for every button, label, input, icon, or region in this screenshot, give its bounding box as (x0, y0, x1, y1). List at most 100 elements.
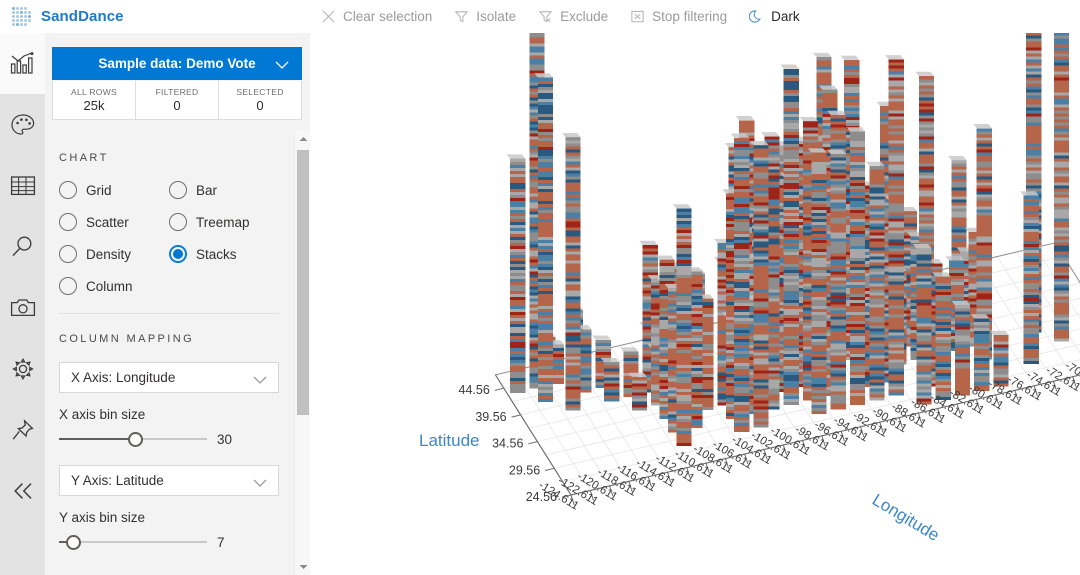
sanddance-app: SandDance Clear selection Isolate Exclud… (0, 0, 1080, 575)
radio-circle-icon (59, 213, 77, 231)
data-source-label: Sample data: Demo Vote (98, 56, 256, 71)
rail-item-search[interactable] (0, 216, 45, 277)
y-axis-dropdown[interactable]: Y Axis: Latitude (59, 465, 279, 496)
double-chevron-left-icon (10, 480, 36, 502)
palette-icon (10, 113, 36, 137)
stat-selected[interactable]: SELECTED 0 (219, 81, 301, 119)
rail-item-data-grid[interactable] (0, 155, 45, 216)
slider-track (59, 541, 207, 543)
chart-type-treemap[interactable]: Treemap (169, 213, 279, 231)
toolbar-dark-theme[interactable]: Dark (738, 0, 811, 33)
camera-icon (10, 297, 36, 319)
slider-thumb[interactable] (128, 432, 143, 447)
brand: SandDance (0, 0, 310, 33)
x-bin-size-slider-row: 30 (59, 430, 293, 448)
sidebar-scrollbar[interactable] (294, 130, 310, 575)
chart-section-title: CHART (59, 152, 109, 164)
chart-type-stacks-label: Stacks (196, 246, 237, 262)
toolbar-exclude[interactable]: Exclude (527, 0, 619, 33)
radio-circle-icon (59, 181, 77, 199)
stat-selected-label: SELECTED (236, 87, 284, 97)
radio-circle-icon (59, 277, 77, 295)
chart-canvas[interactable]: 24.56 29.56 34.56 39.56 44.56 -124.611 -122.61… (311, 33, 1080, 575)
settings-panel: CHART Grid Bar Scatter Treemap Density S… (45, 130, 310, 575)
chart-type-bar-label: Bar (196, 182, 218, 198)
toolbar-stop-filtering-label: Stop filtering (652, 9, 728, 24)
slider-thumb[interactable] (66, 535, 81, 550)
stats-bar: ALL ROWS 25k FILTERED 0 SELECTED 0 (52, 81, 302, 120)
y-bin-size-value: 7 (217, 534, 225, 550)
toolbar-isolate-label: Isolate (476, 9, 517, 24)
chart-type-scatter-label: Scatter (86, 214, 129, 230)
radio-circle-icon (169, 181, 187, 199)
sidebar: Sample data: Demo Vote ALL ROWS 25k FILT… (45, 33, 310, 575)
x-axis-dropdown[interactable]: X Axis: Longitude (59, 362, 279, 393)
chevron-down-icon (275, 58, 289, 73)
chart-type-column-label: Column (86, 278, 133, 294)
chart-type-grid-label: Grid (86, 182, 112, 198)
radio-circle-selected-icon (169, 245, 187, 263)
rail-item-collapse[interactable] (0, 460, 45, 521)
stat-all-rows-value: 25k (83, 98, 105, 113)
top-bar: SandDance Clear selection Isolate Exclud… (0, 0, 1080, 33)
chart-type-radio-group: Grid Bar Scatter Treemap Density Stacks … (59, 181, 293, 295)
latitude-axis-title: Latitude (419, 431, 480, 450)
scroll-down-arrow-icon[interactable] (295, 558, 311, 575)
y-bin-size-slider[interactable] (59, 533, 207, 551)
rail-item-snapshot[interactable] (0, 277, 45, 338)
chart-type-bar[interactable]: Bar (169, 181, 279, 199)
close-x-icon (321, 9, 336, 24)
x-bin-size-value: 30 (217, 431, 233, 447)
toolbar-clear-selection-label: Clear selection (343, 9, 433, 24)
chart-type-stacks[interactable]: Stacks (169, 245, 279, 263)
stat-filtered-label: FILTERED (155, 87, 199, 97)
boxed-x-icon (630, 9, 645, 24)
app-title: SandDance (41, 8, 124, 25)
funnel-exclude-icon (538, 9, 553, 24)
toolbar-isolate[interactable]: Isolate (443, 0, 527, 33)
table-icon (10, 175, 36, 197)
rail-item-chart[interactable] (0, 33, 45, 94)
rail-item-pin[interactable] (0, 399, 45, 460)
rail-item-settings[interactable] (0, 338, 45, 399)
scroll-up-arrow-icon[interactable] (295, 130, 311, 147)
stat-all-rows[interactable]: ALL ROWS 25k (53, 81, 136, 119)
longitude-axis-title: Longitude (869, 490, 943, 545)
stat-selected-value: 0 (256, 98, 264, 113)
y-axis-dropdown-value: Y Axis: Latitude (71, 473, 164, 488)
slider-track-fill (59, 438, 135, 440)
x-axis-dropdown-value: X Axis: Longitude (71, 370, 176, 385)
chart-type-grid[interactable]: Grid (59, 181, 169, 199)
moon-icon (749, 9, 764, 24)
y-bin-size-slider-row: 7 (59, 533, 293, 551)
x-bin-size-label: X axis bin size (59, 407, 146, 422)
chart-svg: 24.5629.5634.5639.5644.56-124.611-122.61… (419, 33, 1080, 545)
toolbar: Clear selection Isolate Exclude Stop fil… (310, 0, 811, 33)
stat-filtered-value: 0 (173, 98, 181, 113)
rail-item-color[interactable] (0, 94, 45, 155)
stacks-layer (506, 33, 1070, 446)
chart-type-density-label: Density (86, 246, 132, 262)
bar-chart-icon (10, 51, 36, 76)
stat-filtered[interactable]: FILTERED 0 (136, 81, 219, 119)
chart-type-density[interactable]: Density (59, 245, 169, 263)
y-bin-size-label: Y axis bin size (59, 510, 146, 525)
toolbar-stop-filtering[interactable]: Stop filtering (619, 0, 738, 33)
column-mapping-title: COLUMN MAPPING (59, 333, 195, 345)
icon-rail (0, 33, 45, 575)
section-divider (59, 313, 279, 314)
funnel-icon (454, 9, 469, 24)
toolbar-exclude-label: Exclude (560, 9, 609, 24)
chart-type-treemap-label: Treemap (196, 214, 250, 230)
gear-icon (10, 357, 36, 381)
magnifier-icon (10, 235, 36, 259)
data-source-dropdown[interactable]: Sample data: Demo Vote (52, 47, 302, 80)
toolbar-clear-selection[interactable]: Clear selection (310, 0, 443, 33)
radio-circle-icon (169, 213, 187, 231)
chevron-down-icon (253, 373, 267, 388)
toolbar-dark-theme-label: Dark (771, 9, 800, 24)
chart-type-column[interactable]: Column (59, 277, 169, 295)
sidebar-scrollbar-thumb[interactable] (297, 150, 309, 415)
chart-type-scatter[interactable]: Scatter (59, 213, 169, 231)
x-bin-size-slider[interactable] (59, 430, 207, 448)
